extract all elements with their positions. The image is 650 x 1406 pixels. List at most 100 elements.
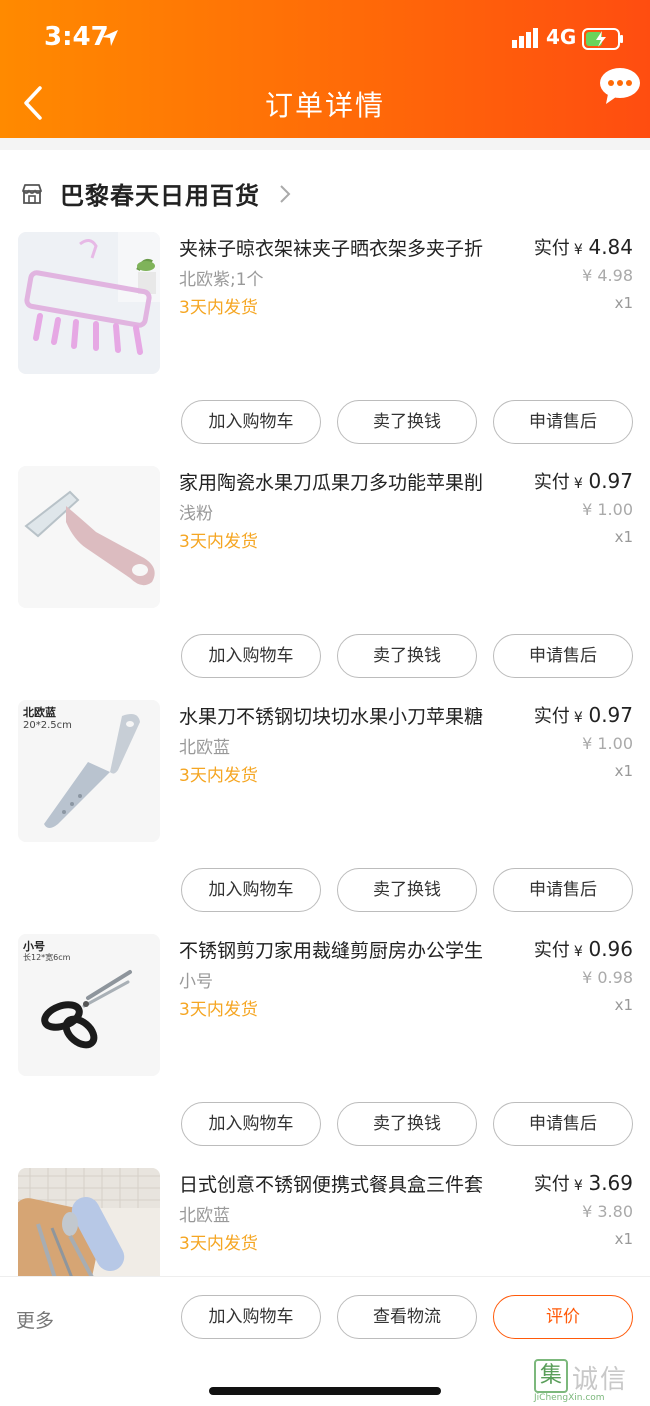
order-content: 巴黎春天日用百货 夹袜子晾衣架袜夹子晒衣架多夹子折 北欧紫;1个 3天内发货 实… — [0, 138, 650, 1276]
product-name[interactable]: 家用陶瓷水果刀瓜果刀多功能苹果削 — [179, 468, 519, 495]
shipping-note: 3天内发货 — [179, 298, 258, 318]
shipping-note: 3天内发货 — [179, 1000, 258, 1020]
product-name[interactable]: 不锈钢剪刀家用裁缝剪厨房办公学生 — [179, 936, 519, 963]
paid-price: 实付 ¥ 0.97 — [534, 468, 633, 494]
more-button[interactable]: 更多 — [16, 1306, 54, 1333]
currency-symbol: ¥ — [582, 734, 593, 753]
paid-amount: 0.96 — [588, 937, 633, 961]
quantity: x1 — [614, 762, 633, 780]
add-to-cart-button[interactable]: 加入购物车 — [181, 1102, 321, 1146]
resell-button[interactable]: 卖了换钱 — [337, 868, 477, 912]
product-image[interactable] — [18, 1168, 160, 1276]
original-amount: 4.98 — [597, 266, 633, 285]
watermark-logo: 集 — [534, 1359, 568, 1393]
status-time: 3:47 — [44, 22, 109, 52]
resell-button[interactable]: 卖了换钱 — [337, 634, 477, 678]
currency-symbol: ¥ — [582, 266, 593, 285]
view-logistics-button[interactable]: 查看物流 — [337, 1295, 477, 1339]
image-label: 北欧蓝 — [23, 706, 56, 719]
shop-name[interactable]: 巴黎春天日用百货 — [60, 176, 260, 211]
product-name[interactable]: 日式创意不锈钢便携式餐具盒三件套 — [179, 1170, 519, 1197]
quantity: x1 — [614, 528, 633, 546]
add-to-cart-button[interactable]: 加入购物车 — [181, 868, 321, 912]
product-sku: 小号 — [179, 972, 213, 992]
signal-icon — [512, 28, 538, 48]
original-amount: 0.98 — [597, 968, 633, 987]
currency-symbol: ¥ — [582, 500, 593, 519]
network-type: 4G — [546, 25, 577, 49]
paid-label: 实付 — [533, 940, 570, 961]
paid-amount: 0.97 — [588, 703, 633, 727]
shipping-note: 3天内发货 — [179, 532, 258, 552]
currency-symbol: ¥ — [573, 710, 583, 726]
after-sales-button[interactable]: 申请售后 — [493, 400, 633, 444]
original-price: ¥ 1.00 — [582, 734, 633, 753]
product-sku: 北欧紫;1个 — [179, 270, 264, 290]
order-item: 北欧蓝 20*2.5cm 水果刀不锈钢切块切水果小刀苹果糖 北欧蓝 3天内发货 … — [0, 680, 650, 914]
paid-label: 实付 — [533, 238, 570, 259]
original-amount: 1.00 — [597, 734, 633, 753]
product-image[interactable] — [18, 466, 160, 608]
currency-symbol: ¥ — [573, 476, 583, 492]
paid-amount: 4.84 — [588, 235, 633, 259]
original-price: ¥ 1.00 — [582, 500, 633, 519]
paid-price: 实付 ¥ 0.96 — [534, 936, 633, 962]
shop-header[interactable]: 巴黎春天日用百货 — [0, 150, 650, 212]
location-arrow-icon — [102, 30, 118, 46]
order-item: 家用陶瓷水果刀瓜果刀多功能苹果削 浅粉 3天内发货 实付 ¥ 0.97 ¥ 1.0… — [0, 446, 650, 680]
quantity: x1 — [614, 996, 633, 1014]
resell-button[interactable]: 卖了换钱 — [337, 400, 477, 444]
original-price: ¥ 0.98 — [582, 968, 633, 987]
store-icon — [22, 184, 42, 204]
product-image[interactable]: 北欧蓝 20*2.5cm — [18, 700, 160, 842]
original-price: ¥ 4.98 — [582, 266, 633, 285]
image-sub: 20*2.5cm — [23, 720, 72, 731]
product-sku: 浅粉 — [179, 504, 213, 524]
original-amount: 3.80 — [597, 1202, 633, 1221]
paid-price: 实付 ¥ 4.84 — [534, 234, 633, 260]
product-image[interactable] — [18, 232, 160, 374]
message-icon[interactable] — [598, 66, 642, 106]
chevron-right-icon — [280, 185, 291, 203]
quantity: x1 — [614, 1230, 633, 1248]
watermark-text: 诚信 — [572, 1365, 629, 1395]
battery-icon — [582, 28, 623, 50]
paid-label: 实付 — [533, 472, 570, 493]
add-to-cart-button[interactable]: 加入购物车 — [181, 400, 321, 444]
currency-symbol: ¥ — [573, 242, 583, 258]
after-sales-button[interactable]: 申请售后 — [493, 634, 633, 678]
product-name[interactable]: 水果刀不锈钢切块切水果小刀苹果糖 — [179, 702, 519, 729]
original-amount: 1.00 — [597, 500, 633, 519]
add-to-cart-button[interactable]: 加入购物车 — [181, 634, 321, 678]
product-image[interactable]: 小号 长12*宽6cm — [18, 934, 160, 1076]
product-sku: 北欧蓝 — [179, 1206, 230, 1226]
watermark-url: JiChengXin.com — [534, 1393, 605, 1403]
order-item: 日式创意不锈钢便携式餐具盒三件套 北欧蓝 3天内发货 实付 ¥ 3.69 ¥ 3.… — [0, 1148, 650, 1276]
quantity: x1 — [614, 294, 633, 312]
currency-symbol: ¥ — [582, 1202, 593, 1221]
after-sales-button[interactable]: 申请售后 — [493, 868, 633, 912]
watermark: 集 诚信 JiChengXin.com — [534, 1359, 646, 1403]
bottom-action-bar: 更多 加入购物车 查看物流 评价 集 诚信 JiChengXin.com — [0, 1276, 650, 1406]
resell-button[interactable]: 卖了换钱 — [337, 1102, 477, 1146]
review-button[interactable]: 评价 — [493, 1295, 633, 1339]
page-title: 订单详情 — [264, 89, 385, 122]
header-bar: 3:47 4G 订单详情 — [0, 0, 650, 138]
image-sub: 长12*宽6cm — [23, 953, 71, 962]
product-sku: 北欧蓝 — [179, 738, 230, 758]
paid-price: 实付 ¥ 3.69 — [534, 1170, 633, 1196]
paid-amount: 0.97 — [588, 469, 633, 493]
paid-label: 实付 — [533, 1174, 570, 1195]
after-sales-button[interactable]: 申请售后 — [493, 1102, 633, 1146]
paid-amount: 3.69 — [588, 1171, 633, 1195]
original-price: ¥ 3.80 — [582, 1202, 633, 1221]
shipping-note: 3天内发货 — [179, 1234, 258, 1254]
paid-label: 实付 — [533, 706, 570, 727]
product-name[interactable]: 夹袜子晾衣架袜夹子晒衣架多夹子折 — [179, 234, 519, 261]
section-gap — [0, 138, 650, 150]
order-item: 夹袜子晾衣架袜夹子晒衣架多夹子折 北欧紫;1个 3天内发货 实付 ¥ 4.84 ¥… — [0, 212, 650, 446]
order-item: 小号 长12*宽6cm 不锈钢剪刀家用裁缝剪厨房办公学生 小号 3天内发货 实付… — [0, 914, 650, 1148]
home-indicator[interactable] — [209, 1387, 441, 1395]
currency-symbol: ¥ — [573, 944, 583, 960]
add-to-cart-button[interactable]: 加入购物车 — [181, 1295, 321, 1339]
